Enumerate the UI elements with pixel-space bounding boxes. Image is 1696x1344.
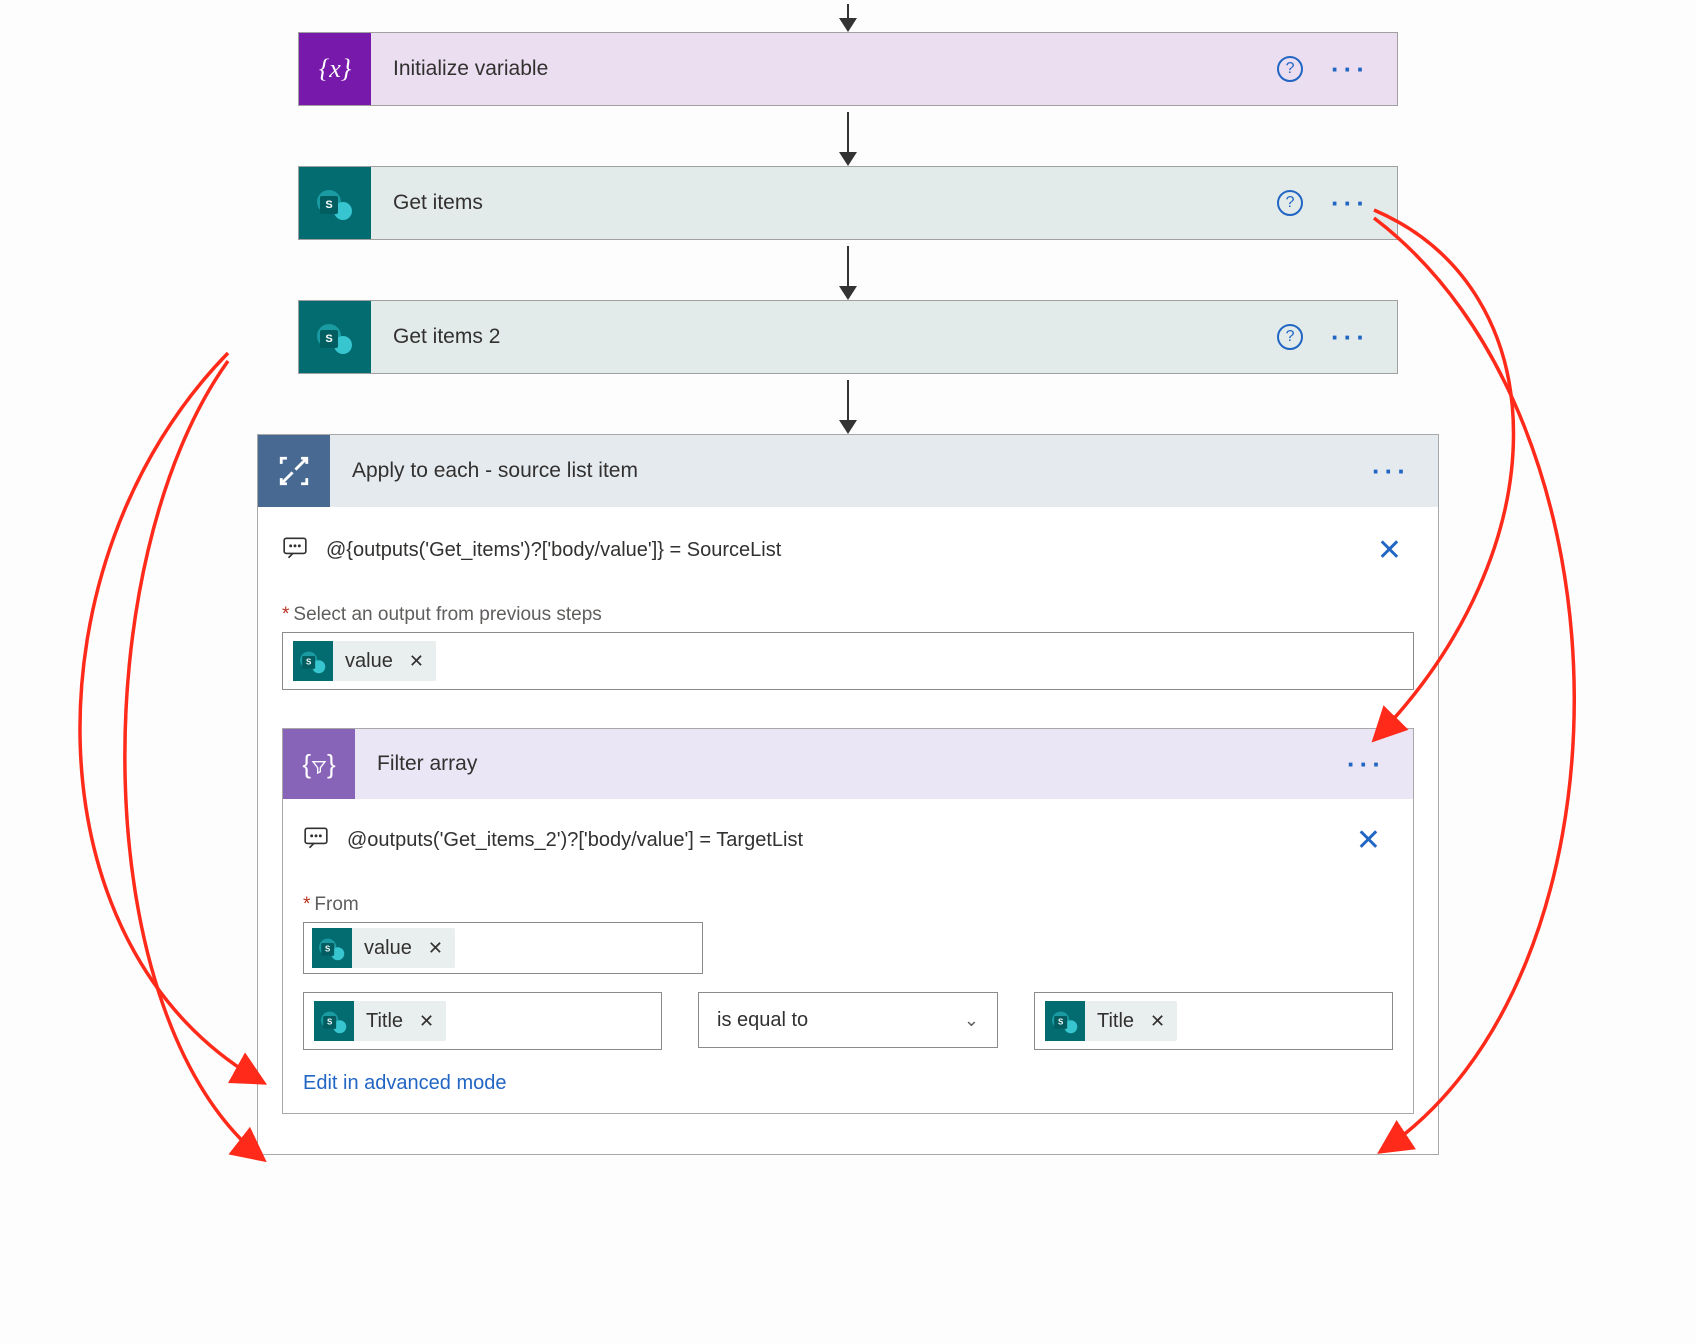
step-title: Get items — [371, 191, 1277, 215]
step-title: Apply to each - source list item — [330, 459, 1372, 483]
more-icon[interactable]: ··· — [1331, 322, 1369, 353]
token-value[interactable]: S value ✕ — [293, 641, 436, 681]
token-remove-icon[interactable]: ✕ — [415, 1011, 434, 1032]
close-icon[interactable]: ✕ — [1356, 823, 1393, 858]
step-title: Get items 2 — [371, 325, 1277, 349]
token-title-left[interactable]: S Title ✕ — [314, 1001, 446, 1041]
field-label: *From — [303, 894, 1393, 916]
from-input[interactable]: S value ✕ — [303, 922, 703, 974]
loop-icon — [258, 435, 330, 507]
select-output-input[interactable]: S value ✕ — [282, 632, 1414, 690]
sharepoint-icon: S — [299, 301, 371, 373]
condition-right-input[interactable]: S Title ✕ — [1034, 992, 1393, 1050]
sharepoint-icon: S — [299, 167, 371, 239]
condition-left-input[interactable]: S Title ✕ — [303, 992, 662, 1050]
token-remove-icon[interactable]: ✕ — [424, 938, 443, 959]
close-icon[interactable]: ✕ — [1377, 533, 1414, 568]
more-icon[interactable]: ··· — [1347, 749, 1385, 780]
help-icon[interactable]: ? — [1277, 190, 1303, 216]
comment-text: @outputs('Get_items_2')?['body/value'] =… — [347, 829, 803, 852]
comment-row: @{outputs('Get_items')?['body/value']} =… — [282, 533, 1414, 568]
more-icon[interactable]: ··· — [1331, 54, 1369, 85]
comment-row: @outputs('Get_items_2')?['body/value'] =… — [303, 823, 1393, 858]
step-get-items-2[interactable]: S Get items 2 ? ··· — [298, 300, 1398, 374]
more-icon[interactable]: ··· — [1331, 188, 1369, 219]
step-initialize-variable[interactable]: {x} Initialize variable ? ··· — [298, 32, 1398, 106]
more-icon[interactable]: ··· — [1372, 456, 1410, 487]
edit-advanced-link[interactable]: Edit in advanced mode — [303, 1072, 1393, 1095]
filter-icon: {} — [283, 729, 355, 799]
field-label: *Select an output from previous steps — [282, 604, 1414, 626]
comment-icon — [303, 825, 329, 857]
filter-array-header[interactable]: {} Filter array ··· — [283, 729, 1413, 799]
token-value[interactable]: S value ✕ — [312, 928, 455, 968]
step-filter-array: {} Filter array ··· — [282, 728, 1414, 1114]
apply-to-each-header[interactable]: Apply to each - source list item ··· — [258, 435, 1438, 507]
comment-icon — [282, 535, 308, 567]
step-title: Filter array — [355, 752, 1347, 776]
token-remove-icon[interactable]: ✕ — [1146, 1011, 1165, 1032]
token-remove-icon[interactable]: ✕ — [405, 651, 424, 672]
comment-text: @{outputs('Get_items')?['body/value']} =… — [326, 539, 781, 562]
step-apply-to-each: Apply to each - source list item ··· @{o… — [257, 434, 1439, 1155]
step-get-items[interactable]: S Get items ? ··· — [298, 166, 1398, 240]
help-icon[interactable]: ? — [1277, 324, 1303, 350]
token-title-right[interactable]: S Title ✕ — [1045, 1001, 1177, 1041]
chevron-down-icon: ⌄ — [964, 1010, 979, 1031]
flow-arrow — [839, 240, 857, 300]
step-title: Initialize variable — [371, 57, 1277, 81]
condition-operator-select[interactable]: is equal to ⌄ — [698, 992, 998, 1048]
flow-arrow — [839, 106, 857, 166]
flow-arrow — [839, 374, 857, 434]
help-icon[interactable]: ? — [1277, 56, 1303, 82]
flow-arrow — [839, 0, 857, 32]
variable-icon: {x} — [299, 33, 371, 105]
